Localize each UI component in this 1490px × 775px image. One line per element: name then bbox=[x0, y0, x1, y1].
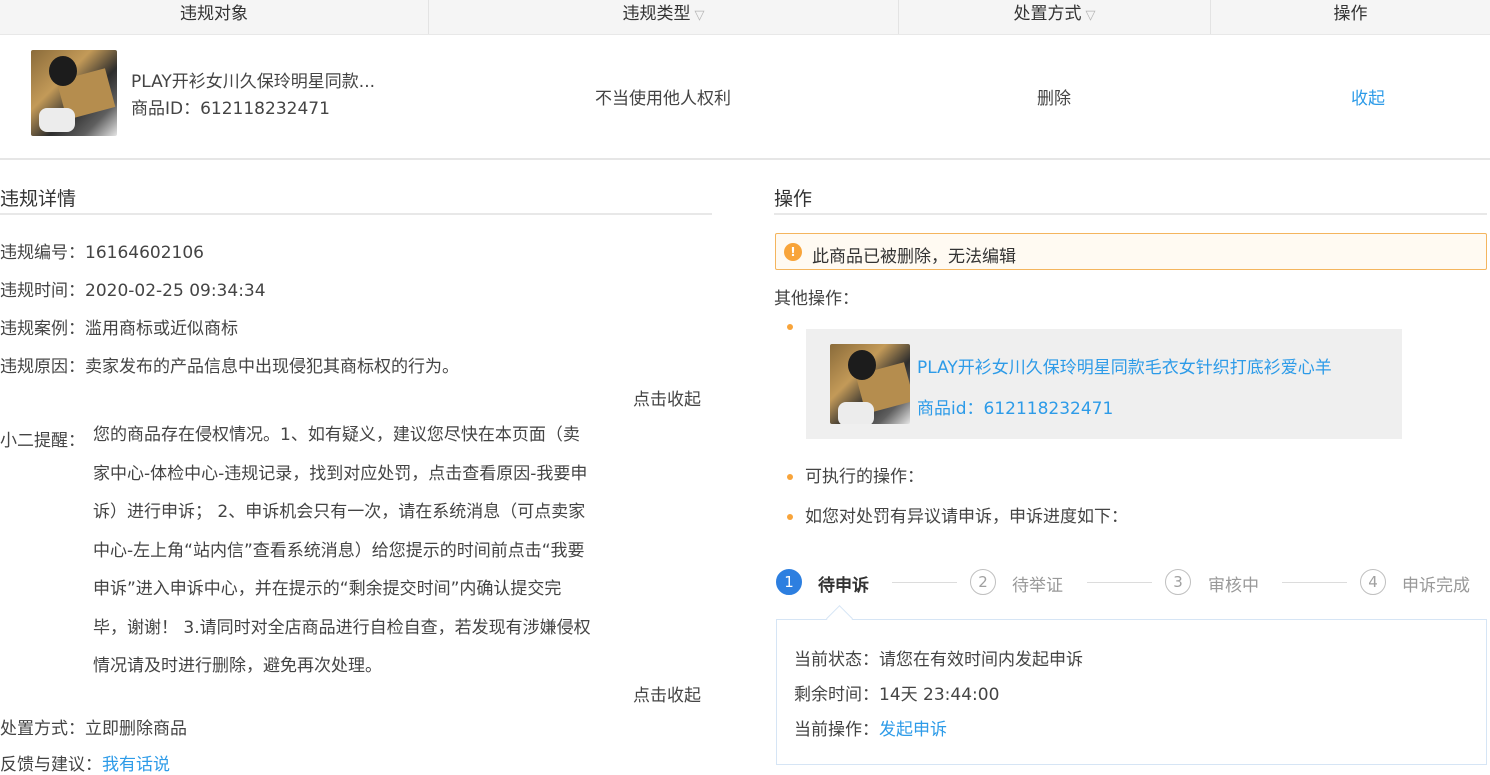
step-number: 1 bbox=[776, 569, 802, 595]
header-violation-type[interactable]: 违规类型 ▽ bbox=[428, 0, 898, 34]
table-row: PLAY开衫女川久保玲明星同款... 商品ID：612118232471 不当使… bbox=[0, 34, 1490, 160]
reminder-line: 家中心-体检中心-违规记录，找到对应处罚，点击查看原因-我要申 bbox=[93, 463, 588, 484]
other-ops-label: 其他操作： bbox=[774, 289, 859, 309]
start-appeal-link[interactable]: 发起申诉 bbox=[879, 720, 947, 740]
collapse-row-link[interactable]: 收起 bbox=[1210, 84, 1490, 109]
bullet-dot bbox=[787, 324, 793, 330]
table-header: 违规对象 违规类型 ▽ 处置方式 ▽ 操作 bbox=[0, 0, 1490, 35]
current-state: 当前状态：请您在有效时间内发起申诉 bbox=[794, 650, 1083, 670]
product-id: 商品ID：612118232471 bbox=[131, 99, 330, 119]
header-label: 违规对象 bbox=[180, 4, 248, 24]
collapse-link[interactable]: 点击收起 bbox=[633, 390, 701, 410]
divider bbox=[0, 213, 712, 215]
header-label: 违规类型 bbox=[622, 4, 691, 24]
header-action: 操作 bbox=[1210, 0, 1490, 34]
feedback-link[interactable]: 我有话说 bbox=[102, 755, 170, 775]
remaining-time: 剩余时间：14天 23:44:00 bbox=[794, 685, 1000, 705]
handling-cell: 删除 bbox=[1037, 89, 1071, 109]
divider bbox=[774, 213, 1487, 215]
violation-time: 违规时间：2020-02-25 09:34:34 bbox=[0, 281, 266, 301]
warning-icon: ! bbox=[784, 243, 802, 261]
step-number: 4 bbox=[1360, 569, 1386, 595]
step-number: 3 bbox=[1165, 569, 1191, 595]
executable-ops-label: 可执行的操作： bbox=[805, 467, 924, 487]
product-thumbnail[interactable] bbox=[830, 344, 910, 424]
step-connector bbox=[1282, 582, 1347, 583]
product-card[interactable]: PLAY开衫女川久保玲明星同款毛衣女针织打底衫爱心羊 商品id：61211823… bbox=[806, 329, 1402, 439]
reminder-line: 情况请及时进行删除，避免再次处理。 bbox=[93, 656, 382, 676]
filter-icon[interactable]: ▽ bbox=[1086, 8, 1096, 23]
product-card-name[interactable]: PLAY开衫女川久保玲明星同款毛衣女针织打底衫爱心羊 bbox=[917, 353, 1332, 378]
details-title: 违规详情 bbox=[0, 188, 77, 210]
bullet-dot bbox=[787, 474, 793, 480]
feedback-label: 反馈与建议： bbox=[0, 755, 102, 775]
current-operation: 当前操作：发起申诉 bbox=[794, 715, 947, 740]
reminder-line: 诉）进行申诉； 2、申诉机会只有一次，请在系统消息（可点卖家 bbox=[93, 502, 586, 522]
step-connector bbox=[1087, 582, 1152, 583]
current-op-label: 当前操作： bbox=[794, 720, 879, 740]
bullet-dot bbox=[787, 514, 793, 520]
reminder-line: 您的商品存在侵权情况。1、如有疑义，建议您尽快在本页面（卖 bbox=[93, 425, 580, 445]
appeal-intro: 如您对处罚有异议请申诉，申诉进度如下： bbox=[805, 507, 1128, 527]
operations-title: 操作 bbox=[774, 188, 813, 210]
violation-number: 违规编号：16164602106 bbox=[0, 243, 204, 263]
header-label: 处置方式 bbox=[1013, 4, 1082, 24]
step-number: 2 bbox=[970, 569, 996, 595]
reminder-line: 毕，谢谢！ 3.请同时对全店商品进行自检自查，若发现有涉嫌侵权 bbox=[93, 617, 591, 638]
header-label: 操作 bbox=[1333, 4, 1368, 24]
product-thumbnail[interactable] bbox=[31, 50, 117, 136]
disposal-method: 处置方式：立即删除商品 bbox=[0, 719, 187, 739]
step-label: 待申诉 bbox=[818, 576, 869, 596]
step-label: 审核中 bbox=[1208, 576, 1259, 596]
deleted-alert: ! 此商品已被删除，无法编辑 bbox=[775, 233, 1487, 270]
header-violation-object: 违规对象 bbox=[0, 0, 428, 34]
violation-case: 违规案例：滥用商标或近似商标 bbox=[0, 319, 238, 339]
reminder-text: 您的商品存在侵权情况。1、如有疑义，建议您尽快在本页面（卖 家中心-体检中心-违… bbox=[93, 416, 693, 686]
step-connector bbox=[892, 582, 957, 583]
alert-text: 此商品已被删除，无法编辑 bbox=[812, 247, 1016, 267]
reminder-line: 申诉”进入申诉中心，并在提示的“剩余提交时间”内确认提交完 bbox=[93, 579, 562, 599]
violation-type-cell: 不当使用他人权利 bbox=[595, 89, 731, 109]
collapse-link[interactable]: 点击收起 bbox=[633, 686, 701, 706]
step-label: 申诉完成 bbox=[1402, 576, 1470, 596]
product-name[interactable]: PLAY开衫女川久保玲明星同款... bbox=[131, 69, 375, 95]
reminder-line: 中心-左上角“站内信”查看系统消息）给您提示的时间前点击“我要 bbox=[93, 540, 585, 561]
header-handling[interactable]: 处置方式 ▽ bbox=[898, 0, 1210, 34]
product-card-id[interactable]: 商品id：612118232471 bbox=[917, 394, 1113, 419]
step-label: 待举证 bbox=[1012, 576, 1063, 596]
filter-icon[interactable]: ▽ bbox=[695, 8, 705, 23]
reminder-label: 小二提醒： bbox=[0, 431, 85, 451]
violation-reason: 违规原因：卖家发布的产品信息中出现侵犯其商标权的行为。 bbox=[0, 357, 459, 377]
feedback-row: 反馈与建议：我有话说 bbox=[0, 755, 170, 775]
